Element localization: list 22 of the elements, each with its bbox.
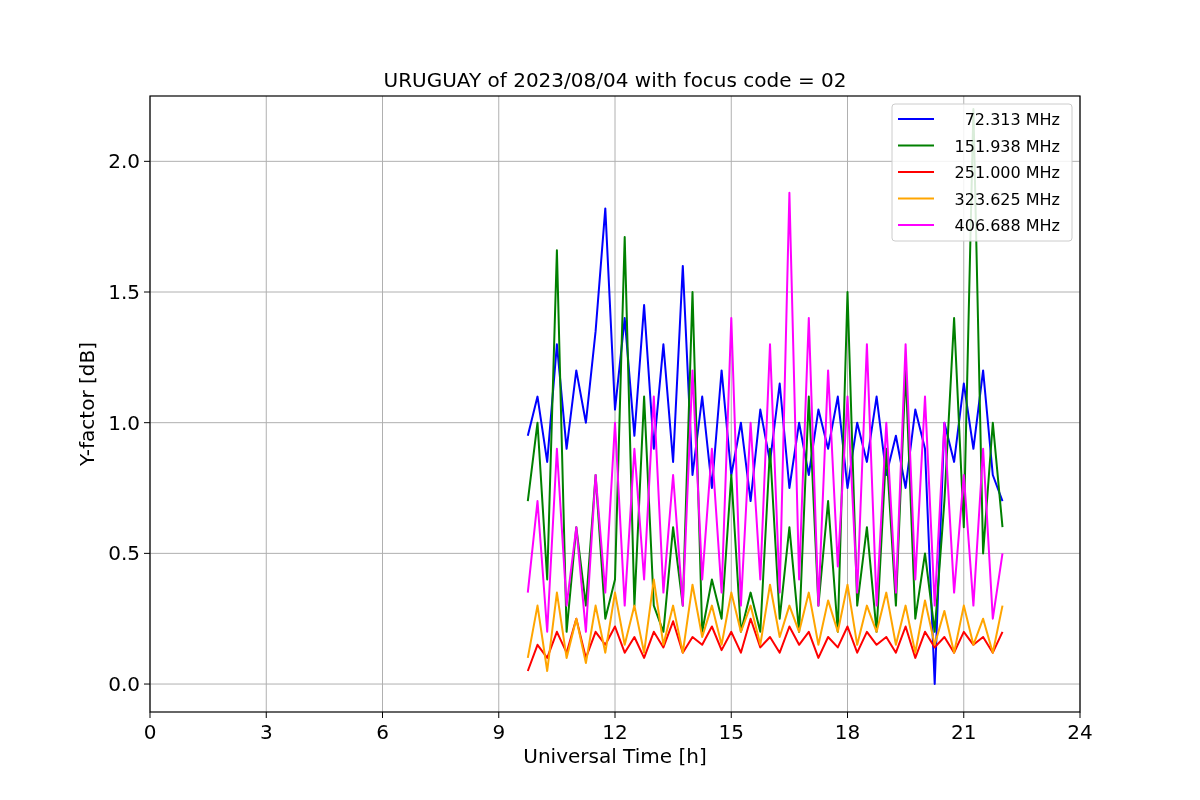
x-tick-label: 18 (834, 720, 861, 744)
y-axis-label: Y-factor [dB] (75, 342, 99, 466)
x-tick-label: 12 (602, 720, 628, 744)
y-tick-label: 0.0 (108, 672, 140, 697)
legend-label: 72.313 MHz (964, 110, 1060, 129)
y-tick-label: 1.0 (108, 410, 140, 435)
legend-label: 406.688 MHz (954, 216, 1060, 235)
legend-label: 251.000 MHz (954, 163, 1060, 182)
chart-title: URUGUAY of 2023/08/04 with focus code = 02 (383, 68, 847, 92)
x-tick-label: 0 (143, 720, 157, 744)
legend-label: 151.938 MHz (954, 136, 1060, 156)
x-tick-label: 9 (492, 720, 506, 744)
x-tick-label: 15 (718, 720, 744, 744)
x-tick-label: 21 (951, 720, 977, 744)
x-tick-label: 6 (376, 720, 389, 744)
x-axis-label: Universal Time [h] (523, 744, 707, 768)
legend-label: 323.625 MHz (954, 189, 1060, 209)
y-tick-label: 2.0 (108, 149, 140, 174)
x-tick-label: 24 (1067, 720, 1093, 744)
y-tick-label: 1.5 (108, 280, 140, 304)
y-tick-label: 0.5 (108, 541, 140, 566)
x-tick-label: 3 (259, 720, 273, 744)
